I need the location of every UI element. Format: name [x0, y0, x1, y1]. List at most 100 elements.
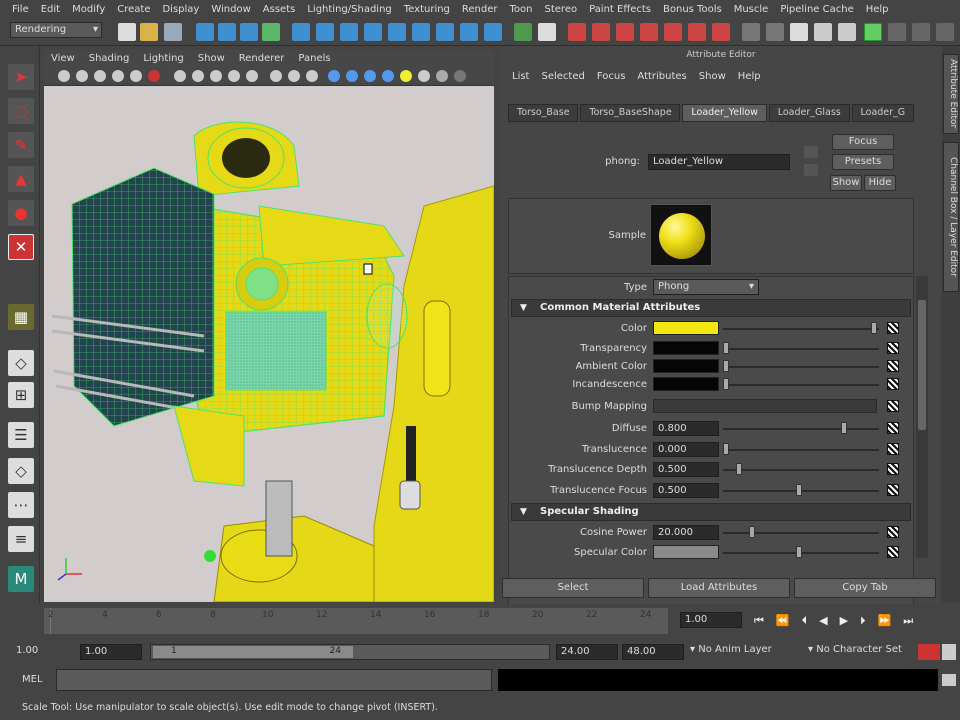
textured-icon[interactable]	[364, 70, 376, 82]
playback-start-field[interactable]: 1.00	[80, 644, 142, 660]
grid-icon[interactable]	[130, 70, 142, 82]
ae-menu-show[interactable]: Show	[693, 71, 732, 82]
snap-point-icon[interactable]	[340, 23, 358, 41]
scrollbar-thumb[interactable]	[918, 300, 926, 430]
tab-loader-g[interactable]: Loader_G	[851, 104, 914, 122]
new-scene-icon[interactable]	[118, 23, 136, 41]
auto-key-icon[interactable]	[918, 644, 940, 660]
presets-button[interactable]: Presets	[832, 154, 894, 170]
menu-texturing[interactable]: Texturing	[398, 4, 456, 15]
anim-layer-dropdown[interactable]: ▾ No Anim Layer	[690, 644, 816, 660]
specular-color-map-icon[interactable]	[887, 546, 899, 558]
time-ruler[interactable]: 2 4 6 8 10 12 14 16 18 20 22 24	[44, 608, 668, 634]
menu-render[interactable]: Render	[456, 4, 504, 15]
ambient-color-map-icon[interactable]	[887, 360, 899, 372]
input-connection-icon[interactable]	[804, 146, 818, 158]
cosine-power-map-icon[interactable]	[887, 526, 899, 538]
character-set-dropdown[interactable]: ▾ No Character Set	[808, 644, 918, 660]
field-chart-icon[interactable]	[210, 70, 222, 82]
attribute-editor-toggle-icon[interactable]	[864, 23, 882, 41]
menu-bonus-tools[interactable]: Bonus Tools	[657, 4, 728, 15]
cosine-power-slider[interactable]	[723, 532, 879, 534]
node-name-field[interactable]: Loader_Yellow	[648, 154, 790, 170]
film-gate-icon[interactable]	[148, 70, 160, 82]
resolution-gate-icon[interactable]	[174, 70, 186, 82]
color-map-icon[interactable]	[887, 322, 899, 334]
bookmark-icon[interactable]	[94, 70, 106, 82]
show-button[interactable]: Show	[830, 175, 862, 191]
menu-toon[interactable]: Toon	[504, 4, 539, 15]
tab-loader-glass[interactable]: Loader_Glass	[768, 104, 850, 122]
render-region-icon[interactable]	[688, 23, 706, 41]
menu-create[interactable]: Create	[111, 4, 156, 15]
viewport-menu-shading[interactable]: Shading	[82, 53, 137, 64]
viewport-menu-panels[interactable]: Panels	[291, 53, 337, 64]
snap-plane-icon[interactable]	[364, 23, 382, 41]
scale-tool-icon[interactable]: ✕	[8, 234, 34, 260]
translucence-focus-map-icon[interactable]	[887, 484, 899, 496]
range-track[interactable]: 1 24	[150, 644, 550, 660]
select-component-icon[interactable]	[240, 23, 258, 41]
load-attributes-button[interactable]: Load Attributes	[648, 578, 790, 598]
attributes-scroll-area[interactable]: Type Phong ▾ ▼ Common Material Attributes…	[508, 276, 914, 606]
ae-menu-help[interactable]: Help	[732, 71, 767, 82]
input-ops-icon[interactable]	[436, 23, 454, 41]
xray-icon[interactable]	[436, 70, 448, 82]
menu-paint-effects[interactable]: Paint Effects	[583, 4, 657, 15]
menu-modify[interactable]: Modify	[66, 4, 111, 15]
points-icon[interactable]	[346, 70, 358, 82]
translucence-depth-slider-thumb[interactable]	[736, 463, 742, 475]
ipr-icon[interactable]	[742, 23, 760, 41]
move-tool-icon[interactable]: ▲	[8, 166, 34, 192]
ae-menu-focus[interactable]: Focus	[591, 71, 632, 82]
layout-graph-icon[interactable]: ◇	[8, 458, 34, 484]
menu-pipeline-cache[interactable]: Pipeline Cache	[774, 4, 859, 15]
select-button[interactable]: Select	[502, 578, 644, 598]
safe-title-icon[interactable]	[246, 70, 258, 82]
translucence-focus-field[interactable]: 0.500	[653, 483, 719, 498]
mental-ray-icon[interactable]	[766, 23, 784, 41]
preferences-icon[interactable]	[942, 644, 956, 660]
menu-lighting-shading[interactable]: Lighting/Shading	[301, 4, 397, 15]
specular-color-swatch[interactable]	[653, 545, 719, 559]
playback-end-field[interactable]: 24.00	[556, 644, 618, 660]
ae-menu-selected[interactable]: Selected	[535, 71, 590, 82]
select-hierarchy-icon[interactable]	[196, 23, 214, 41]
incandescence-slider[interactable]	[723, 384, 879, 386]
viewport-menu-show[interactable]: Show	[191, 53, 232, 64]
camera-attributes-icon[interactable]	[76, 70, 88, 82]
shadows-icon[interactable]	[418, 70, 430, 82]
diffuse-slider-thumb[interactable]	[841, 422, 847, 434]
menu-stereo[interactable]: Stereo	[539, 4, 584, 15]
current-frame-field[interactable]: 1.00	[680, 612, 742, 628]
diffuse-field[interactable]: 0.800	[653, 421, 719, 436]
rotate-tool-icon[interactable]: ●	[8, 200, 34, 226]
command-input[interactable]	[56, 669, 492, 691]
menu-assets[interactable]: Assets	[257, 4, 302, 15]
menu-help[interactable]: Help	[860, 4, 895, 15]
translucence-depth-slider[interactable]	[723, 469, 879, 471]
step-back-frame-icon[interactable]: ⏴	[802, 614, 820, 627]
tab-channel-box[interactable]: Channel Box / Layer Editor	[943, 142, 959, 292]
layout-icon[interactable]	[814, 23, 832, 41]
hide-button[interactable]: Hide	[864, 175, 896, 191]
camera-icon[interactable]	[58, 70, 70, 82]
safe-action-icon[interactable]	[228, 70, 240, 82]
incandescence-swatch[interactable]	[653, 377, 719, 391]
menu-window[interactable]: Window	[205, 4, 256, 15]
step-forward-key-icon[interactable]: ⏩	[878, 614, 904, 627]
menu-muscle[interactable]: Muscle	[728, 4, 775, 15]
tool-settings-icon[interactable]	[888, 23, 906, 41]
transparency-swatch[interactable]	[653, 341, 719, 355]
snapshot-icon[interactable]	[712, 23, 730, 41]
channel-box-icon[interactable]	[912, 23, 930, 41]
color-slider-thumb[interactable]	[871, 322, 877, 334]
ambient-color-slider[interactable]	[723, 366, 879, 368]
focus-button[interactable]: Focus	[832, 134, 894, 150]
wireframe-icon[interactable]	[270, 70, 282, 82]
script-editor-icon[interactable]	[942, 674, 956, 686]
color-swatch[interactable]	[653, 321, 719, 335]
default-light-icon[interactable]	[400, 70, 412, 82]
translucence-slider-thumb[interactable]	[723, 443, 729, 455]
specular-color-slider-thumb[interactable]	[796, 546, 802, 558]
